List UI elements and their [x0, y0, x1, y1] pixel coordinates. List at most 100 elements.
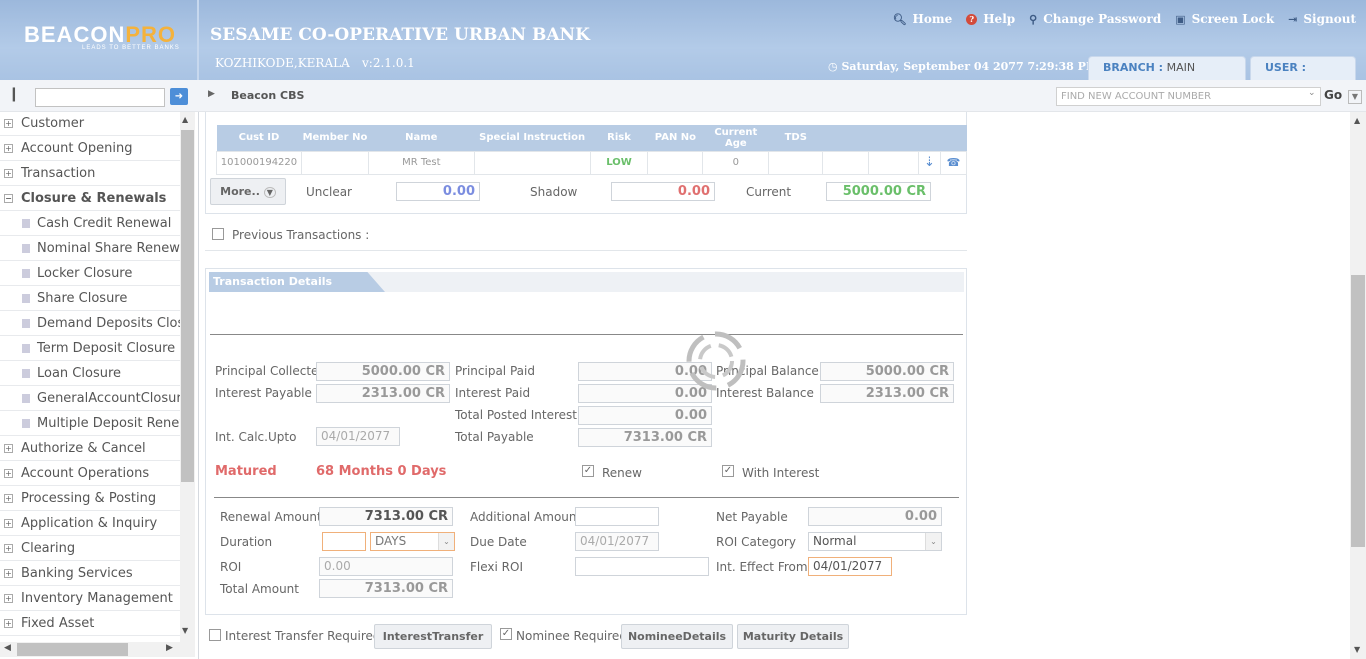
expand-icon[interactable]: +	[4, 469, 13, 478]
toolbar-menu-icon[interactable]: ▼	[1348, 90, 1362, 104]
chevron-down-icon[interactable]: ⌄	[1308, 88, 1316, 98]
clock-icon: ◷	[828, 60, 842, 73]
sidebar-item-account-opening[interactable]: + Account Opening	[0, 137, 180, 161]
flexi-roi-input[interactable]	[575, 557, 709, 576]
expand-icon[interactable]: +	[4, 169, 13, 178]
chevron-up-icon[interactable]: ▲	[182, 115, 188, 124]
expand-icon[interactable]: +	[4, 544, 13, 553]
chevron-down-icon[interactable]: ▼	[1354, 645, 1360, 654]
chevron-down-icon: ⌄	[438, 533, 454, 550]
sidebar-item-closure-renewals[interactable]: − Closure & Renewals	[0, 187, 180, 211]
col-action-1	[918, 125, 941, 151]
chevron-up-icon[interactable]: ▲	[1354, 116, 1360, 125]
change-password-link[interactable]: ⚲ Change Password	[1029, 12, 1161, 26]
section-title: Transaction Details	[213, 275, 333, 288]
int-calc-upto-label: Int. Calc.Upto	[215, 430, 297, 444]
screen-lock-link[interactable]: ▣ Screen Lock	[1175, 12, 1274, 26]
sidebar-item-share-closure[interactable]: Share Closure	[0, 287, 180, 311]
account-number-search-input[interactable]: FIND NEW ACCOUNT NUMBER	[1056, 87, 1321, 106]
sidebar-item-customer[interactable]: + Customer	[0, 112, 180, 136]
breadcrumb-arrow-icon: ▶	[208, 89, 215, 99]
main-content: Cust ID Member No Name Special Instructi…	[200, 112, 1350, 659]
principal-collected-label: Principal Collected	[215, 364, 327, 378]
sidebar-item-inventory-management[interactable]: + Inventory Management	[0, 587, 180, 611]
interest-transfer-button[interactable]: InterestTransfer	[374, 624, 492, 649]
collapse-icon[interactable]: −	[4, 194, 13, 203]
sidebar-horizontal-scrollbar-thumb[interactable]	[17, 643, 128, 656]
total-posted-interest-field: 0.00	[578, 406, 712, 425]
table-row[interactable]: 101000194220 MR Test LOW 0 ⇣ ☎	[216, 150, 968, 175]
interest-transfer-required-label: Interest Transfer Required	[225, 629, 381, 643]
expand-icon[interactable]: +	[4, 494, 13, 503]
interest-payable-label: Interest Payable	[215, 386, 312, 400]
top-links: 🔍︎ Home ? Help ⚲ Change Password ▣ Screen Lo…	[893, 12, 1356, 26]
home-link[interactable]: 🔍︎ Home	[893, 12, 953, 26]
sidebar-item-banking-services[interactable]: + Banking Services	[0, 562, 180, 586]
with-interest-label: With Interest	[742, 466, 820, 480]
user-tab[interactable]: USER : sesame	[1250, 56, 1356, 96]
maturity-details-button[interactable]: Maturity Details	[737, 624, 849, 649]
document-icon	[22, 369, 30, 378]
sidebar-item-clearing[interactable]: + Clearing	[0, 537, 180, 561]
expand-icon[interactable]: +	[4, 119, 13, 128]
expand-icon[interactable]: +	[4, 619, 13, 628]
sidebar-item-account-operations[interactable]: + Account Operations	[0, 462, 180, 486]
renew-checkbox[interactable]: ✓	[582, 465, 594, 477]
expand-icon[interactable]: +	[4, 594, 13, 603]
signout-icon: ⇥	[1288, 12, 1298, 26]
pin-icon[interactable]: ❙	[8, 86, 20, 102]
expand-icon[interactable]: +	[4, 444, 13, 453]
sidebar-item-application-inquiry[interactable]: + Application & Inquiry	[0, 512, 180, 536]
int-effect-from-label: Int. Effect From	[716, 560, 808, 574]
bank-location: KOZHIKODE,KERALA	[215, 56, 350, 70]
sidebar-item-term-deposit-closure[interactable]: Term Deposit Closure	[0, 337, 180, 361]
breadcrumb[interactable]: Beacon CBS	[231, 89, 304, 102]
download-icon[interactable]: ⇣	[917, 150, 941, 175]
menu-search-go-button[interactable]: ➜	[170, 88, 188, 105]
cell-special-instruction	[473, 150, 591, 175]
sidebar-item-general-account-closure[interactable]: GeneralAccountClosure	[0, 387, 180, 411]
sidebar-item-cash-credit-renewal[interactable]: Cash Credit Renewal	[0, 212, 180, 236]
roi-category-select[interactable]: Normal ⌄	[808, 532, 942, 551]
sidebar-scrollbar-thumb[interactable]	[181, 130, 194, 482]
chevron-down-icon[interactable]: ▼	[182, 626, 188, 635]
sidebar-item-multiple-deposit-renewal[interactable]: Multiple Deposit Renewal	[0, 412, 180, 436]
document-icon	[22, 394, 30, 403]
sidebar-item-nominal-share-renewal[interactable]: Nominal Share Renewal	[0, 237, 180, 261]
nominee-details-button[interactable]: NomineeDetails	[621, 624, 733, 649]
sidebar-item-demand-deposits-closure[interactable]: Demand Deposits Closure	[0, 312, 180, 336]
with-interest-checkbox[interactable]: ✓	[722, 465, 734, 477]
additional-amount-input[interactable]	[575, 507, 659, 526]
signout-link[interactable]: ⇥ Signout	[1288, 12, 1356, 26]
expand-icon[interactable]: +	[4, 569, 13, 578]
expand-icon[interactable]: +	[4, 519, 13, 528]
roi-field: 0.00	[319, 557, 453, 576]
chevron-left-icon[interactable]: ◀	[4, 643, 11, 653]
expand-icon[interactable]: +	[4, 144, 13, 153]
sidebar-item-processing-posting[interactable]: + Processing & Posting	[0, 487, 180, 511]
phone-icon[interactable]: ☎	[939, 150, 968, 175]
duration-input[interactable]	[322, 532, 366, 551]
sidebar-item-transaction[interactable]: + Transaction	[0, 162, 180, 186]
sidebar-item-authorize-cancel[interactable]: + Authorize & Cancel	[0, 437, 180, 461]
cell-extra-2	[868, 150, 919, 175]
document-icon	[22, 294, 30, 303]
go-button[interactable]: Go	[1324, 88, 1342, 102]
menu-search-input[interactable]	[35, 88, 165, 107]
chevron-right-icon[interactable]: ▶	[166, 643, 173, 653]
duration-unit-select[interactable]: DAYS ⌄	[370, 532, 455, 551]
interest-transfer-required-checkbox[interactable]	[209, 629, 221, 641]
main-scrollbar-thumb[interactable]	[1351, 275, 1365, 547]
sidebar-item-loan-closure[interactable]: Loan Closure	[0, 362, 180, 386]
customer-table-header: Cust ID Member No Name Special Instructi…	[216, 125, 967, 151]
duration-label: Duration	[220, 535, 273, 549]
help-link[interactable]: ? Help	[966, 12, 1015, 26]
nominee-required-checkbox[interactable]: ✓	[500, 628, 512, 640]
previous-transactions-checkbox[interactable]	[212, 228, 224, 240]
branch-tab[interactable]: BRANCH : MAIN BRANCH	[1088, 56, 1246, 96]
sidebar-item-fixed-asset[interactable]: + Fixed Asset	[0, 612, 180, 636]
sidebar-item-locker-closure[interactable]: Locker Closure	[0, 262, 180, 286]
int-effect-from-input[interactable]: 04/01/2077	[808, 557, 892, 576]
more-button[interactable]: More.. ▼	[210, 178, 286, 205]
shadow-label: Shadow	[530, 185, 578, 199]
